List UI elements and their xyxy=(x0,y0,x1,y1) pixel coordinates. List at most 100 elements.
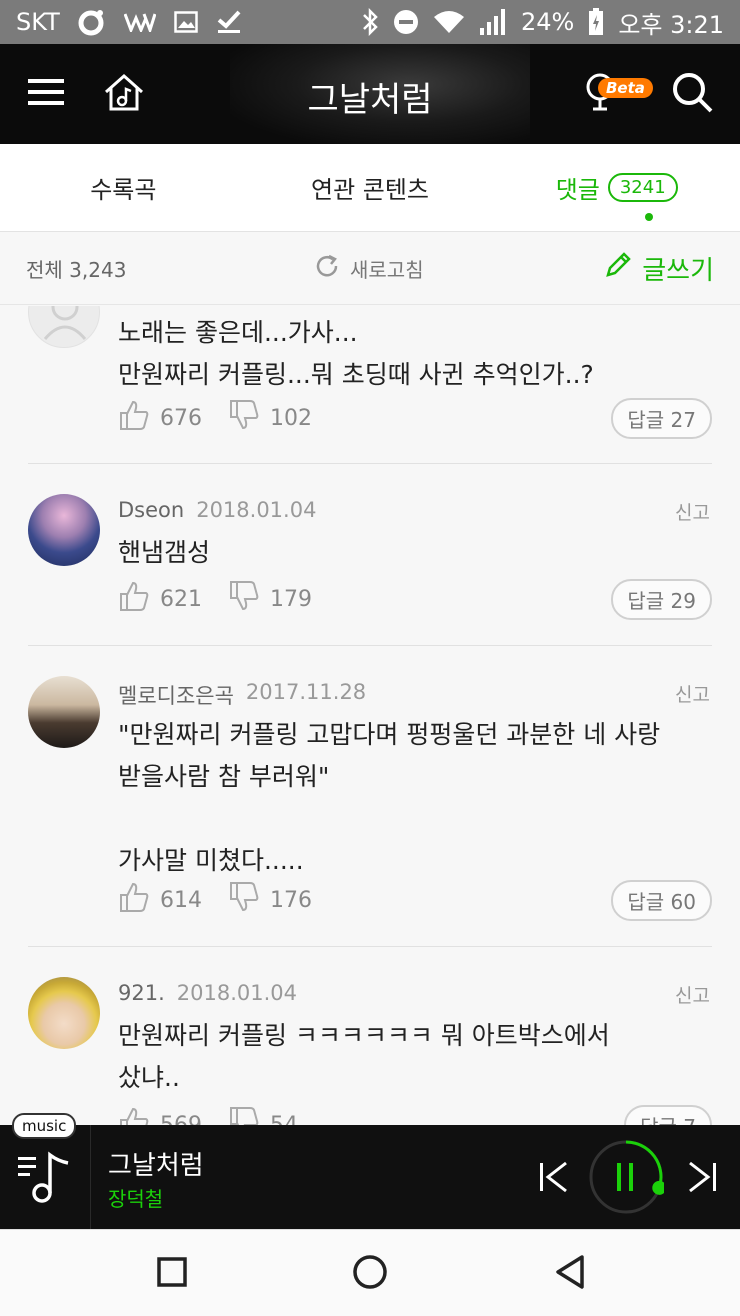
search-icon xyxy=(671,71,713,117)
bluetooth-icon xyxy=(361,8,379,36)
playlist-button[interactable] xyxy=(16,1149,74,1209)
do-not-disturb-icon xyxy=(393,9,419,35)
app-header: 그날처럼 Beta xyxy=(0,44,740,144)
back-button[interactable] xyxy=(548,1252,592,1296)
thumbs-up-icon xyxy=(118,881,150,919)
comment-author[interactable]: 921. xyxy=(118,981,165,1005)
dislike-button[interactable]: 54 xyxy=(228,1106,298,1126)
reply-button[interactable]: 답글 7 xyxy=(624,1104,712,1126)
refresh-label: 새로고침 xyxy=(350,258,424,282)
report-button[interactable]: 신고 xyxy=(675,680,710,707)
circle-icon xyxy=(352,1254,388,1294)
next-track-icon xyxy=(682,1161,722,1201)
thumbs-up-icon xyxy=(118,580,150,618)
reply-button[interactable]: 답글 29 xyxy=(611,578,712,620)
write-comment-button[interactable]: 글쓰기 xyxy=(604,250,714,287)
wifi-icon xyxy=(433,9,465,35)
reply-button[interactable]: 답글 60 xyxy=(611,879,712,921)
report-button[interactable]: 신고 xyxy=(675,498,710,525)
music-app-icon xyxy=(78,8,106,36)
beta-badge: Beta xyxy=(598,78,653,98)
comment-text: 만원짜리 커플링 ㅋㅋㅋㅋㅋㅋ 뭐 아트박스에서 샀냐.. xyxy=(118,1021,610,1092)
thumbs-down-icon xyxy=(228,1106,260,1126)
tab-tracks[interactable]: 수록곡 xyxy=(0,144,247,231)
battery-percent: 24% xyxy=(520,8,575,36)
refresh-button[interactable]: 새로고침 xyxy=(314,253,424,284)
like-count: 614 xyxy=(160,887,202,913)
player-divider xyxy=(90,1125,91,1229)
user-avatar[interactable] xyxy=(28,494,100,566)
tab-comments[interactable]: 댓글 3241 xyxy=(493,144,740,231)
comment-author[interactable]: 멜로디조은곡 xyxy=(118,680,234,710)
comment-text: "만원짜리 커플링 고맙다며 펑펑울던 과분한 네 사랑 받을사람 참 부러워"… xyxy=(118,720,661,875)
tab-bar: 수록곡 연관 콘텐츠 댓글 3241 xyxy=(0,144,740,232)
user-avatar[interactable] xyxy=(28,977,100,1049)
home-nav-button[interactable] xyxy=(348,1252,392,1296)
back-triangle-icon xyxy=(553,1254,587,1294)
previous-button[interactable] xyxy=(534,1157,574,1201)
user-avatar[interactable] xyxy=(28,676,100,748)
dislike-button[interactable]: 179 xyxy=(228,580,312,618)
comment-meta: 921. 2018.01.04 xyxy=(118,981,297,1005)
tab-label: 댓글 xyxy=(555,176,600,204)
recents-button[interactable] xyxy=(150,1252,194,1296)
image-icon xyxy=(174,11,198,33)
default-avatar-icon[interactable] xyxy=(28,306,100,348)
reply-button[interactable]: 답글 27 xyxy=(611,397,712,439)
total-count: 전체 3,243 xyxy=(26,258,127,282)
comment-actions: 621 179 답글 29 xyxy=(118,578,712,620)
pause-icon xyxy=(614,1161,638,1197)
report-button[interactable]: 신고 xyxy=(675,981,710,1008)
pencil-icon xyxy=(604,251,632,286)
dislike-button[interactable]: 176 xyxy=(228,881,312,919)
comment-date: 2018.01.04 xyxy=(196,498,317,522)
refresh-icon xyxy=(314,253,340,284)
previous-track-icon xyxy=(534,1161,574,1201)
next-button[interactable] xyxy=(682,1157,722,1201)
thumbs-down-icon xyxy=(228,580,260,618)
thumbs-up-icon xyxy=(118,1106,150,1126)
dislike-count: 54 xyxy=(270,1112,298,1127)
carrier-label: SKT xyxy=(16,8,60,36)
search-button[interactable] xyxy=(668,70,716,118)
system-nav-bar xyxy=(0,1229,740,1316)
comment-text: 핸냄갬성 xyxy=(118,538,211,567)
now-playing-artist[interactable]: 장덕철 xyxy=(108,1183,163,1212)
tab-label: 수록곡 xyxy=(90,176,157,204)
dislike-count: 176 xyxy=(270,887,312,913)
comment-author[interactable]: Dseon xyxy=(118,498,184,522)
playlist-music-icon xyxy=(16,1151,74,1209)
like-button[interactable]: 569 xyxy=(118,1106,202,1126)
tab-related-content[interactable]: 연관 콘텐츠 xyxy=(247,144,494,231)
like-count: 621 xyxy=(160,586,202,612)
download-done-icon xyxy=(216,10,242,34)
comment-actions: 676 102 답글 27 xyxy=(118,397,712,439)
divider xyxy=(28,946,712,947)
tab-label: 연관 콘텐츠 xyxy=(310,176,430,204)
divider xyxy=(28,645,712,646)
now-playing-title[interactable]: 그날처럼 xyxy=(108,1145,204,1182)
like-button[interactable]: 621 xyxy=(118,580,202,618)
music-badge: music xyxy=(12,1113,77,1139)
comment-actions: 569 54 답글 7 xyxy=(118,1104,712,1126)
dislike-count: 179 xyxy=(270,586,312,612)
thumbs-up-icon xyxy=(118,399,150,437)
comment-list[interactable]: 노래는 좋은데...가사... 만원짜리 커플링...뭐 초딩때 사귄 추억인가… xyxy=(0,306,740,1126)
comment-date: 2017.11.28 xyxy=(245,680,367,704)
like-button[interactable]: 614 xyxy=(118,881,202,919)
comment-meta: Dseon 2018.01.04 xyxy=(118,498,316,522)
like-count: 676 xyxy=(160,405,202,431)
play-pause-button[interactable] xyxy=(588,1139,667,1215)
dislike-button[interactable]: 102 xyxy=(228,399,312,437)
comment-date: 2018.01.04 xyxy=(176,981,298,1005)
like-button[interactable]: 676 xyxy=(118,399,202,437)
thumbs-down-icon xyxy=(228,399,260,437)
clock: 오후 3:21 xyxy=(618,10,724,39)
like-count: 569 xyxy=(160,1112,202,1127)
comment-meta: 멜로디조은곡 2017.11.28 xyxy=(118,680,366,710)
comment-actions: 614 176 답글 60 xyxy=(118,879,712,921)
mini-player[interactable]: music 그날처럼 장덕철 xyxy=(0,1113,740,1229)
dislike-count: 102 xyxy=(270,405,312,431)
square-icon xyxy=(156,1256,188,1292)
active-tab-indicator xyxy=(644,213,653,221)
